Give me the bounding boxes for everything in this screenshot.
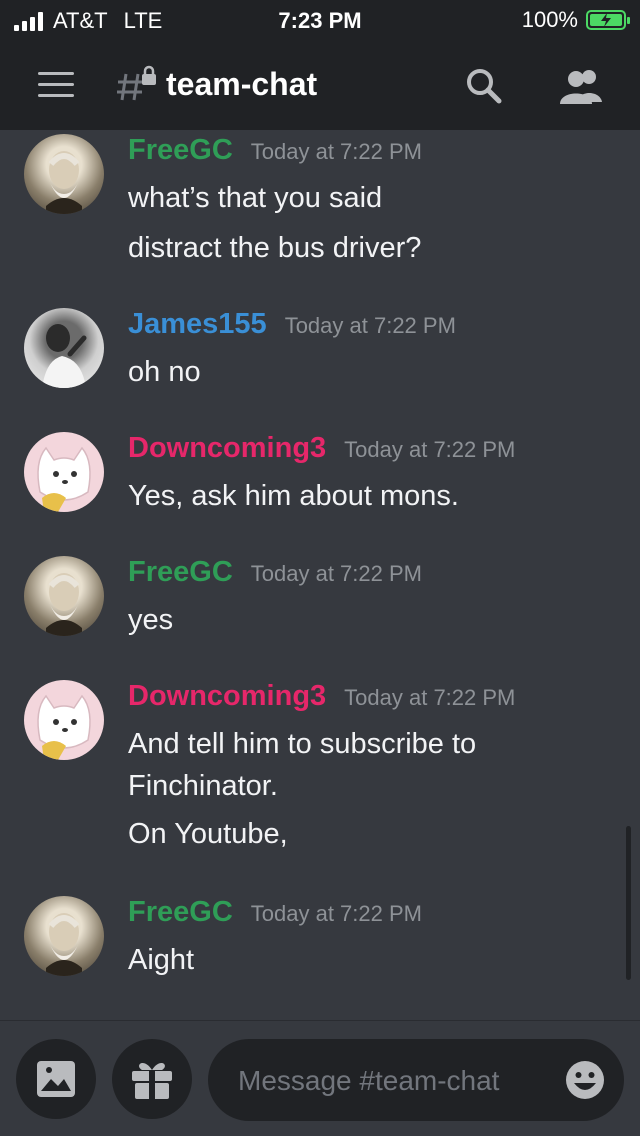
message-text: yes xyxy=(128,604,174,636)
message-header: FreeGC Today at 7:22 PM xyxy=(128,134,422,167)
message-text: Finchinator. xyxy=(128,770,278,802)
message-input[interactable] xyxy=(236,1039,540,1123)
status-bar: AT&T LTE 7:23 PM 100% xyxy=(0,0,640,42)
avatar[interactable] xyxy=(24,556,104,636)
gift-icon xyxy=(132,1062,172,1099)
avatar[interactable] xyxy=(24,308,104,388)
username[interactable]: FreeGC xyxy=(128,134,233,167)
battery-percent: 100% xyxy=(521,7,578,32)
gift-button[interactable] xyxy=(112,1039,192,1119)
username[interactable]: Downcoming3 xyxy=(128,680,326,713)
message-text: And tell him to subscribe to xyxy=(128,728,477,760)
status-right: 100% xyxy=(521,7,630,33)
composer-bar xyxy=(0,1020,640,1136)
battery-icon xyxy=(586,10,630,30)
timestamp: Today at 7:22 PM xyxy=(250,139,422,164)
message-header: FreeGC Today at 7:22 PM xyxy=(128,896,422,929)
avatar[interactable] xyxy=(24,432,104,512)
message-header: FreeGC Today at 7:22 PM xyxy=(128,556,422,589)
username[interactable]: FreeGC xyxy=(128,896,233,929)
timestamp: Today at 7:22 PM xyxy=(250,561,422,586)
username[interactable]: Downcoming3 xyxy=(128,432,326,465)
avatar[interactable] xyxy=(24,134,104,214)
message-text: what’s that you said xyxy=(128,182,383,214)
timestamp: Today at 7:22 PM xyxy=(344,685,516,710)
emoji-icon[interactable] xyxy=(564,1059,606,1101)
username[interactable]: FreeGC xyxy=(128,556,233,589)
message-text: distract the bus driver? xyxy=(128,232,422,264)
avatar[interactable] xyxy=(24,680,104,760)
channel-header: team-chat xyxy=(0,42,640,130)
message-header: James155 Today at 7:22 PM xyxy=(128,308,456,341)
scrollbar[interactable] xyxy=(626,826,631,980)
locked-channel-icon xyxy=(117,65,156,101)
members-icon[interactable] xyxy=(556,66,606,106)
message-text: On Youtube, xyxy=(128,818,288,850)
message-text: Yes, ask him about mons. xyxy=(128,480,459,512)
message-list[interactable]: FreeGC Today at 7:22 PM what’s that you … xyxy=(0,130,640,1020)
message-text: oh no xyxy=(128,356,201,388)
timestamp: Today at 7:22 PM xyxy=(250,901,422,926)
avatar[interactable] xyxy=(24,896,104,976)
search-icon[interactable] xyxy=(464,66,504,106)
message-header: Downcoming3 Today at 7:22 PM xyxy=(128,432,515,465)
message-header: Downcoming3 Today at 7:22 PM xyxy=(128,680,515,713)
channel-title: team-chat xyxy=(166,66,318,102)
timestamp: Today at 7:22 PM xyxy=(284,313,456,338)
message-composer xyxy=(208,1039,624,1123)
username[interactable]: James155 xyxy=(128,308,267,341)
message-text: Aight xyxy=(128,944,195,976)
image-upload-button[interactable] xyxy=(16,1039,96,1119)
image-icon xyxy=(37,1061,75,1097)
menu-icon[interactable] xyxy=(38,72,74,98)
timestamp: Today at 7:22 PM xyxy=(344,437,516,462)
